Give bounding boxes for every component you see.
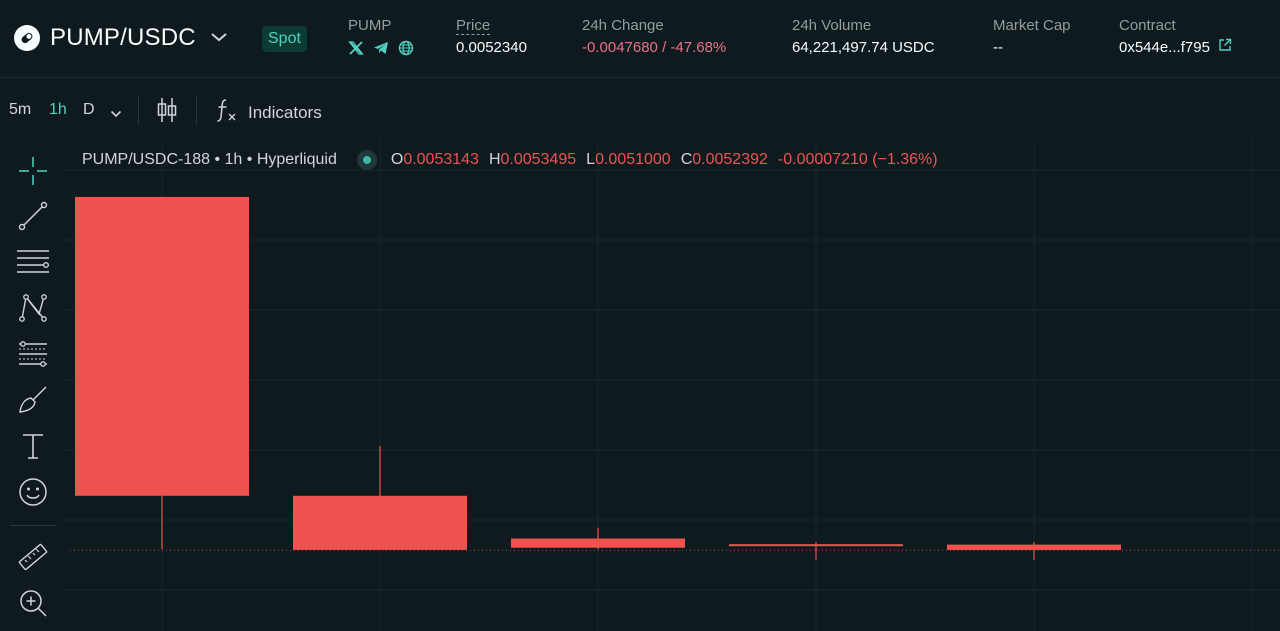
price-label[interactable]: Price: [456, 17, 491, 35]
x-icon[interactable]: [348, 40, 364, 56]
low-value: 0.0051000: [595, 151, 671, 168]
timeframe-dropdown-icon[interactable]: [110, 105, 122, 123]
change-value: -0.00007210 (−1.36%): [777, 151, 938, 168]
high-value: 0.0053495: [500, 151, 577, 168]
market-header: PUMP/USDC Spot PUMP Price 0.0052340 24h …: [0, 0, 1280, 78]
candle-body: [729, 544, 903, 547]
change-24h-value: -0.0047680 / -47.68%: [582, 39, 727, 56]
legend-title: PUMP/USDC-188 • 1h • Hyperliquid: [82, 151, 337, 168]
trend-line-icon[interactable]: [16, 199, 50, 233]
market-type-badge: Spot: [262, 26, 307, 52]
globe-icon[interactable]: [398, 40, 414, 56]
external-link-icon[interactable]: [1218, 38, 1232, 58]
candle-body: [947, 544, 1121, 550]
low-key: L: [586, 151, 596, 168]
market-cap-label: Market Cap: [993, 17, 1071, 34]
token-info: PUMP: [348, 16, 414, 56]
contract-address[interactable]: 0x544e...f795: [1119, 38, 1210, 58]
indicators-label: Indicators: [248, 102, 322, 122]
candle-body: [511, 538, 685, 548]
candle: [293, 445, 467, 550]
pump-logo-icon: [14, 25, 40, 51]
drawing-tools: [0, 148, 62, 631]
volume-24h-value: 64,221,497.74 USDC: [792, 39, 935, 56]
indicators-button[interactable]: Indicators: [216, 97, 322, 128]
timeframe-5m[interactable]: 5m: [9, 101, 31, 119]
ruler-icon[interactable]: [16, 540, 50, 574]
change-24h-stat: 24h Change -0.0047680 / -47.68%: [582, 16, 726, 58]
candle: [75, 196, 249, 550]
change-24h-label: 24h Change: [582, 17, 664, 34]
candle-body: [293, 495, 467, 550]
close-value: 0.0052392: [692, 151, 768, 168]
fib-icon[interactable]: [16, 337, 50, 371]
volume-24h-label: 24h Volume: [792, 17, 872, 34]
pair-name: PUMP/USDC: [50, 24, 196, 51]
candle-body: [75, 196, 249, 496]
open-value: 0.0053143: [403, 151, 479, 168]
candle-type-icon[interactable]: [156, 97, 178, 128]
pair-selector[interactable]: PUMP/USDC: [14, 24, 228, 52]
timeframe-1h[interactable]: 1h: [49, 101, 67, 119]
high-key: H: [488, 151, 501, 168]
candle: [511, 527, 685, 550]
contract-label: Contract: [1119, 17, 1176, 34]
price-stat: Price 0.0052340: [456, 16, 527, 58]
emoji-icon[interactable]: [16, 475, 50, 509]
function-icon: [216, 97, 238, 128]
tools-divider: [10, 525, 56, 526]
toolbar-divider: [196, 95, 197, 125]
horizontal-lines-icon[interactable]: [16, 245, 50, 279]
zoom-in-icon[interactable]: [16, 586, 50, 620]
toolbar-divider: [138, 95, 139, 125]
brush-icon[interactable]: [16, 383, 50, 417]
market-cap-value: --: [993, 39, 1003, 56]
market-cap-stat: Market Cap --: [993, 16, 1071, 58]
timeframe-d[interactable]: D: [83, 101, 95, 119]
status-dot-icon: [356, 150, 377, 170]
candlestick-chart[interactable]: [62, 140, 1280, 631]
contract-stat: Contract 0x544e...f795: [1119, 16, 1232, 58]
chart-legend: PUMP/USDC-188 • 1h • Hyperliquid O 0.005…: [82, 150, 938, 170]
price-value: 0.0052340: [456, 39, 527, 56]
text-icon[interactable]: [16, 429, 50, 463]
candle: [947, 542, 1121, 560]
close-key: C: [680, 151, 693, 168]
candle: [729, 542, 903, 560]
crosshair-icon[interactable]: [16, 154, 50, 188]
open-key: O: [390, 151, 404, 168]
chart-toolbar: 5m 1h D Indicators: [0, 80, 1280, 140]
pattern-icon[interactable]: [16, 291, 50, 325]
volume-24h-stat: 24h Volume 64,221,497.74 USDC: [792, 16, 935, 58]
chevron-down-icon[interactable]: [210, 30, 228, 48]
telegram-icon[interactable]: [373, 40, 389, 56]
token-label: PUMP: [348, 17, 392, 34]
